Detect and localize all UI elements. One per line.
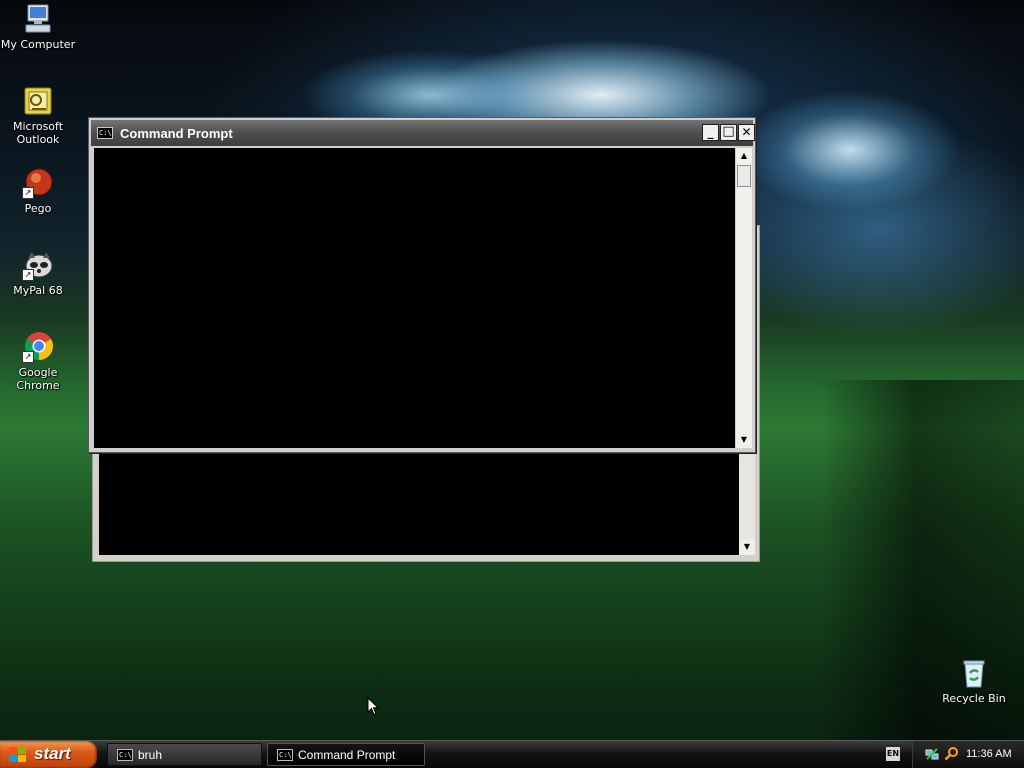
chrome-icon: ↗ [22,331,54,363]
desktop-icon-recycle-bin[interactable]: Recycle Bin [934,657,1014,705]
taskbar: start C:\ bruh C:\ Command Prompt EN 11:… [0,740,1024,768]
mypal-icon: ↗ [22,249,54,281]
computer-icon [22,3,54,35]
minimize-button[interactable]: _ [702,124,719,141]
shortcut-arrow-icon: ↗ [22,269,34,281]
desktop-icon-label: Microsoft Outlook [12,120,64,146]
desktop-icon-label: Recycle Bin [942,692,1006,705]
shortcut-arrow-icon: ↗ [22,187,34,199]
system-tray: 11:36 AM [912,741,1024,768]
start-button[interactable]: start [0,741,97,768]
start-label: start [34,744,71,763]
desktop-icon-label: Pego [24,202,52,215]
mouse-cursor-icon [367,696,380,719]
desktop-icon-pego[interactable]: ↗ Pego [0,167,78,215]
taskbar-button-label: bruh [138,748,163,762]
desktop-icon-google-chrome[interactable]: ↗ Google Chrome [0,331,78,392]
windows-logo-icon [9,747,27,762]
cmd-icon: C:\ [97,127,113,139]
scrollbar-thumb[interactable] [737,165,751,187]
outlook-icon [22,85,54,117]
command-prompt-window[interactable]: C:\ Command Prompt _ □ ✕ ▲ ▼ [88,117,756,453]
window-titlebar[interactable]: C:\ Command Prompt _ □ ✕ [91,120,755,146]
scroll-up-arrow-icon[interactable]: ▲ [736,148,752,164]
desktop-icon-label: Google Chrome [16,366,60,392]
cmd-icon: C:\ [277,749,293,761]
vertical-scrollbar[interactable]: ▲ ▼ [735,148,752,448]
taskbar-button-command-prompt[interactable]: C:\ Command Prompt [267,743,425,766]
taskbar-button-label: Command Prompt [298,748,396,762]
close-button[interactable]: ✕ [738,124,755,141]
network-icon[interactable] [925,747,939,764]
cmd-icon: C:\ [117,749,133,761]
maximize-button[interactable]: □ [720,124,737,141]
language-indicator[interactable]: EN [886,747,900,761]
pego-icon: ↗ [22,167,54,199]
scroll-down-arrow-icon[interactable]: ▼ [736,432,752,448]
desktop-icon-label: My Computer [0,38,76,51]
clock[interactable]: 11:36 AM [966,748,1012,760]
desktop-icon-my-computer[interactable]: My Computer [0,3,78,51]
search-icon[interactable] [944,746,959,764]
window-title: Command Prompt [120,126,233,141]
desktop-icon-label: MyPal 68 [13,284,63,297]
desktop-icon-mypal-68[interactable]: ↗ MyPal 68 [0,249,78,297]
shortcut-arrow-icon: ↗ [22,351,34,363]
scroll-down-arrow-icon[interactable]: ▼ [739,539,755,555]
recycle-bin-icon [958,657,990,689]
console-output-area[interactable] [94,148,735,448]
desktop-icon-microsoft-outlook[interactable]: Microsoft Outlook [0,85,78,146]
taskbar-button-bruh[interactable]: C:\ bruh [107,743,262,766]
